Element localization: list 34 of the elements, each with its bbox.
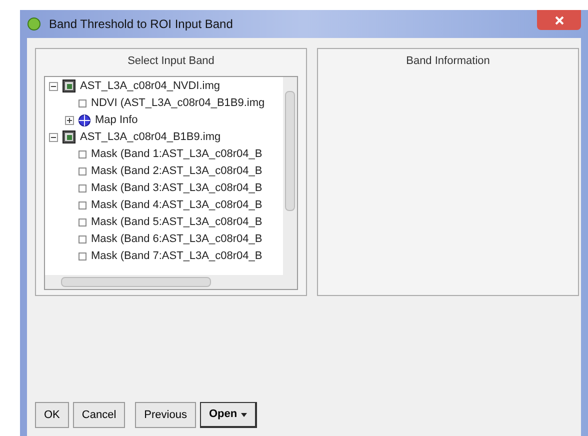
- tree-item[interactable]: Mask (Band 4:AST_L3A_c08r04_B: [91, 196, 262, 214]
- tree-item[interactable]: AST_L3A_c08r04_B1B9.img: [80, 128, 221, 146]
- image-file-icon: [62, 130, 76, 144]
- minus-icon: [51, 134, 56, 140]
- app-icon: [27, 17, 41, 31]
- image-file-icon: [62, 79, 76, 93]
- caret-icon: [241, 412, 248, 416]
- close-button[interactable]: [537, 10, 581, 30]
- close-icon: [554, 16, 564, 24]
- tree-item[interactable]: Mask (Band 6:AST_L3A_c08r04_B: [91, 230, 262, 248]
- dialog-button[interactable]: Cancel: [72, 402, 126, 428]
- tree-item[interactable]: Mask (Band 3:AST_L3A_c08r04_B: [91, 180, 262, 196]
- dialog-button[interactable]: Previous: [135, 402, 196, 428]
- tree-item[interactable]: NDVI (AST_L3A_c08r04_B1B9.img: [91, 94, 265, 112]
- horizontal-scrollbar[interactable]: [45, 274, 297, 288]
- panel-title: Band Information: [406, 54, 490, 69]
- panel-title: Select Input Band: [128, 54, 214, 69]
- window-title: Band Threshold to ROI Input Band: [49, 16, 233, 33]
- collapse-toggle[interactable]: [49, 82, 58, 90]
- collapse-toggle[interactable]: [49, 132, 58, 142]
- expand-toggle[interactable]: [65, 116, 74, 124]
- minus-icon: [51, 84, 56, 88]
- dialog-button[interactable]: OK: [35, 402, 69, 428]
- tree-item[interactable]: Map Info: [95, 112, 138, 128]
- tree-item[interactable]: Mask (Band 5:AST_L3A_c08r04_B: [91, 214, 262, 230]
- tree-item[interactable]: Mask (Band 1:AST_L3A_c08r04_B: [91, 146, 262, 162]
- band-icon: [78, 98, 87, 108]
- tree-item[interactable]: Mask (Band 7:AST_L3A_c08r04_B: [91, 248, 262, 264]
- globe-icon: [78, 114, 91, 126]
- tree-item[interactable]: Mask (Band 2:AST_L3A_c08r04_B: [91, 162, 262, 180]
- plus-icon: [67, 118, 72, 122]
- dropdown-button[interactable]: Open: [200, 402, 258, 428]
- vertical-scrollbar[interactable]: [283, 76, 297, 274]
- tree-item[interactable]: AST_L3A_c08r04_NVDI.img: [80, 78, 220, 94]
